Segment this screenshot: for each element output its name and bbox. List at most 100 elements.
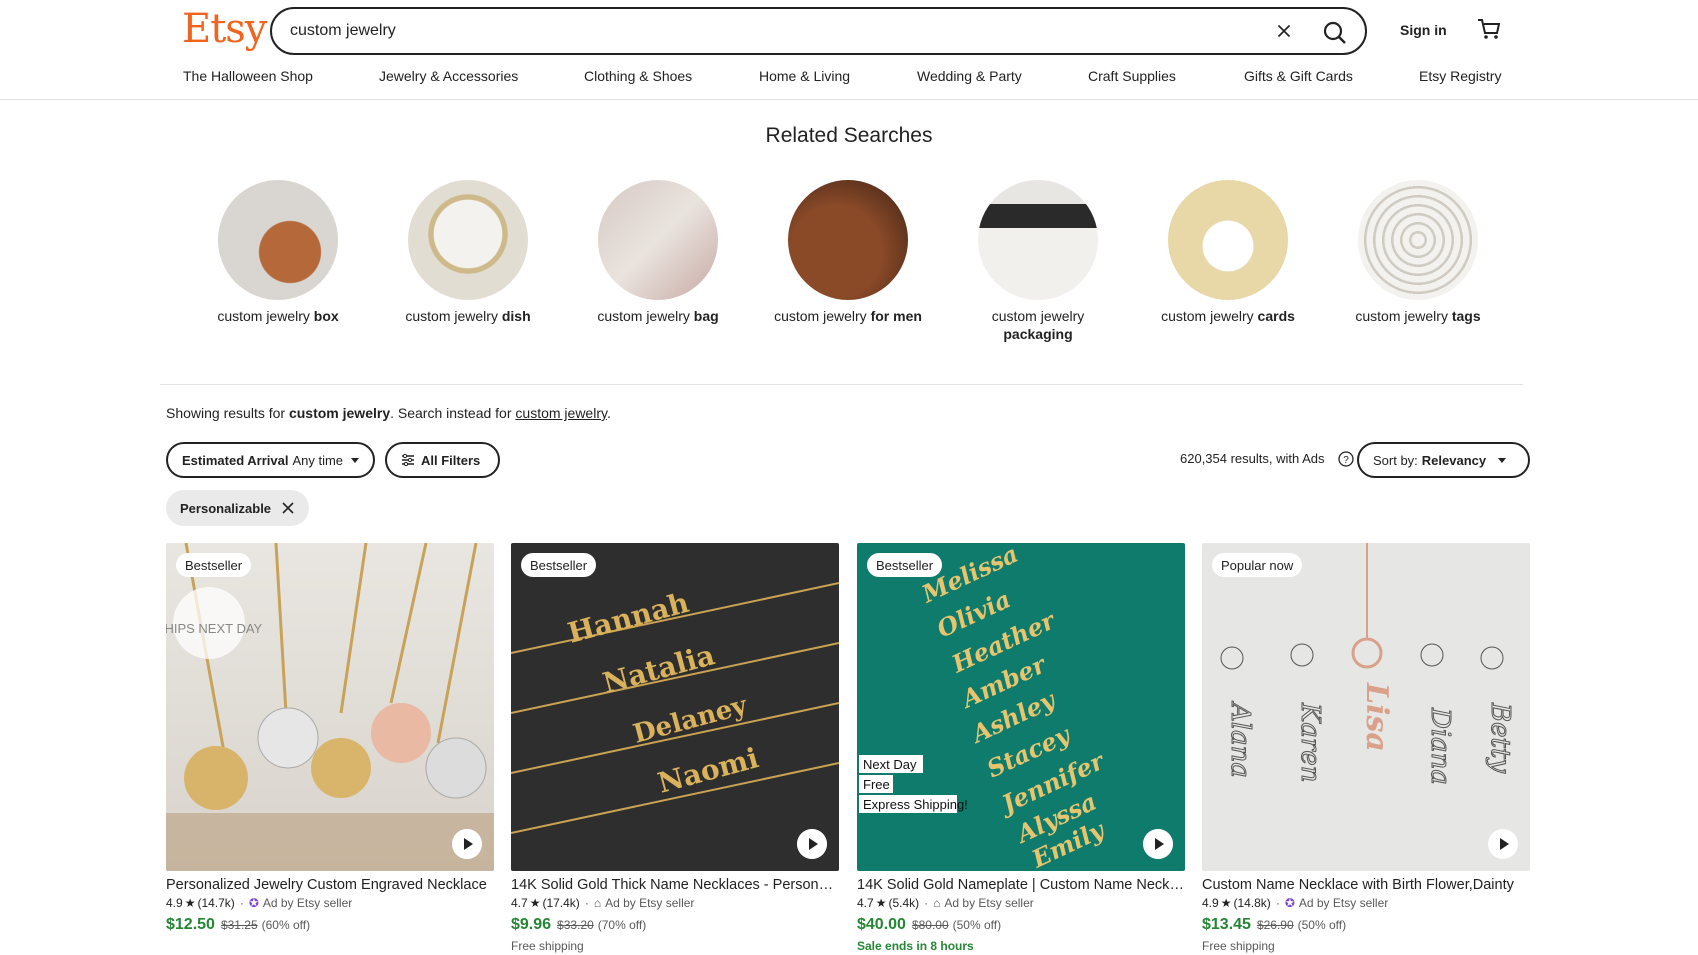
bestseller-badge: Bestseller <box>867 553 943 577</box>
category-link[interactable]: Craft Supplies <box>1088 68 1176 84</box>
related-search-label[interactable]: custom jewelry packaging <box>953 307 1123 343</box>
play-icon[interactable] <box>1143 829 1173 859</box>
popular-now-badge: Popular now <box>1212 553 1303 577</box>
active-filter-chip[interactable]: Personalizable <box>166 490 310 526</box>
necklace-name: Diana <box>1425 707 1455 785</box>
close-icon[interactable] <box>281 501 295 515</box>
search-input[interactable]: custom jewelry <box>290 22 396 40</box>
search-bar[interactable]: custom jewelry <box>270 7 1367 55</box>
related-search-image[interactable] <box>1358 180 1478 300</box>
clear-icon[interactable] <box>1273 20 1295 42</box>
play-icon[interactable] <box>797 829 827 859</box>
related-search-image[interactable] <box>1168 180 1288 300</box>
play-icon[interactable] <box>452 829 482 859</box>
related-searches-title: Related Searches <box>765 124 933 147</box>
estimated-arrival-filter[interactable]: Estimated Arrival Any time <box>166 442 376 478</box>
related-search-item[interactable]: custom jewelry box <box>193 180 363 325</box>
related-search-item[interactable]: custom jewelry packaging <box>953 180 1123 343</box>
category-link[interactable]: Wedding & Party <box>917 68 1022 84</box>
shop-icon: ⌂ <box>593 896 602 910</box>
product-image[interactable]: Melissa Olivia Heather Amber Ashley Stac… <box>857 543 1185 871</box>
related-search-image[interactable] <box>978 180 1098 300</box>
related-search-label[interactable]: custom jewelry bag <box>573 307 743 325</box>
related-search-label[interactable]: custom jewelry tags <box>1333 307 1503 325</box>
promo-text: Express Shipping! <box>863 797 968 812</box>
product-card[interactable]: Alana Karen Diana Betty Lisa Popular now… <box>1202 543 1530 953</box>
related-search-item[interactable]: custom jewelry cards <box>1143 180 1313 325</box>
product-card[interactable]: Melissa Olivia Heather Amber Ashley Stac… <box>857 543 1185 953</box>
related-search-image[interactable] <box>788 180 908 300</box>
product-image[interactable]: Alana Karen Diana Betty Lisa Popular now <box>1202 543 1530 871</box>
related-search-image[interactable] <box>218 180 338 300</box>
product-title[interactable]: Personalized Jewelry Custom Engraved Nec… <box>166 877 494 893</box>
category-nav: The Halloween Shop Jewelry & Accessories… <box>183 68 1503 88</box>
search-icon[interactable] <box>1319 17 1351 49</box>
results-count: 620,354 results, with Ads <box>1180 451 1325 466</box>
all-filters-button[interactable]: All Filters <box>385 442 501 478</box>
star-seller-icon: ✪ <box>248 896 259 910</box>
product-image[interactable]: Hannah Natalia Delaney Naomi Bestseller <box>511 543 839 871</box>
sign-in-link[interactable]: Sign in <box>1400 22 1447 38</box>
necklace-name: Karen <box>1295 702 1325 783</box>
caret-down-icon <box>351 457 360 463</box>
product-title[interactable]: Custom Name Necklace with Birth Flower,D… <box>1202 877 1530 893</box>
category-link[interactable]: Gifts & Gift Cards <box>1244 68 1353 84</box>
product-photo: Alana Karen Diana Betty Lisa <box>1220 543 1516 785</box>
product-meta: 4.9 ★ (14.8k) · ✪ Ad by Etsy seller <box>1202 896 1389 910</box>
necklace-name: Delaney <box>630 690 751 749</box>
product-title[interactable]: 14K Solid Gold Nameplate | Custom Name N… <box>857 877 1185 893</box>
free-shipping-label: Free shipping <box>1202 939 1275 953</box>
related-search-item[interactable]: custom jewelry tags <box>1333 180 1503 325</box>
play-icon[interactable] <box>1488 829 1518 859</box>
caret-down-icon <box>1498 457 1507 463</box>
product-photo: Hannah Natalia Delaney Naomi <box>511 582 839 834</box>
necklace-name: Natalia <box>599 638 718 699</box>
necklace-name: Hannah <box>564 586 692 650</box>
related-search-image[interactable] <box>408 180 528 300</box>
sort-dropdown[interactable]: Sort by: Relevancy <box>1357 442 1530 478</box>
category-link[interactable]: Jewelry & Accessories <box>379 68 518 84</box>
site-header: Etsy custom jewelry Sign in The Hallowee… <box>0 0 1698 100</box>
category-link[interactable]: Clothing & Shoes <box>584 68 692 84</box>
product-photo: Melissa Olivia Heather Amber Ashley Stac… <box>859 543 1110 871</box>
product-photo: SHIPS NEXT DAY <box>166 543 494 871</box>
category-link[interactable]: Etsy Registry <box>1419 68 1501 84</box>
star-icon: ★ <box>1220 896 1232 910</box>
related-search-label[interactable]: custom jewelry box <box>193 307 363 325</box>
related-search-item[interactable]: custom jewelry dish <box>383 180 553 325</box>
related-search-label[interactable]: custom jewelry for men <box>763 307 933 325</box>
product-price: $13.45 $26.90 (50% off) <box>1202 916 1347 933</box>
product-card[interactable]: SHIPS NEXT DAY Bestseller Personalized J… <box>166 543 494 934</box>
related-search-item[interactable]: custom jewelry bag <box>573 180 743 325</box>
promo-text: Free <box>863 777 890 792</box>
category-link[interactable]: The Halloween Shop <box>183 68 313 84</box>
necklace-name: Alana <box>1225 701 1255 778</box>
star-icon: ★ <box>184 896 196 910</box>
related-search-item[interactable]: custom jewelry for men <box>763 180 933 325</box>
star-icon: ★ <box>875 896 887 910</box>
help-icon[interactable]: ? <box>1338 451 1354 467</box>
category-link[interactable]: Home & Living <box>759 68 850 84</box>
product-title[interactable]: 14K Solid Gold Thick Name Necklaces - Pe… <box>511 877 839 893</box>
necklace-name: Betty <box>1485 702 1515 773</box>
product-price: $12.50 $31.25 (60% off) <box>166 916 311 933</box>
divider <box>160 384 1523 385</box>
necklace-name: Lisa <box>1359 682 1394 752</box>
product-price: $9.96 $33.20 (70% off) <box>511 916 647 933</box>
search-instead-link[interactable]: custom jewelry <box>515 405 607 421</box>
related-search-label[interactable]: custom jewelry cards <box>1143 307 1313 325</box>
product-image[interactable]: SHIPS NEXT DAY Bestseller <box>166 543 494 871</box>
cart-icon[interactable] <box>1476 16 1502 42</box>
filter-icon <box>402 453 414 467</box>
sale-ends-label: Sale ends in 8 hours <box>857 939 974 953</box>
svg-text:?: ? <box>1343 455 1349 466</box>
free-shipping-label: Free shipping <box>511 939 584 953</box>
etsy-logo[interactable]: Etsy <box>182 6 267 52</box>
shop-icon: ⌂ <box>933 896 941 910</box>
related-search-label[interactable]: custom jewelry dish <box>383 307 553 325</box>
bestseller-badge: Bestseller <box>521 553 597 577</box>
product-card[interactable]: Hannah Natalia Delaney Naomi Bestseller … <box>511 543 839 953</box>
bestseller-badge: Bestseller <box>176 553 252 577</box>
related-search-image[interactable] <box>598 180 718 300</box>
star-icon: ★ <box>529 896 541 910</box>
